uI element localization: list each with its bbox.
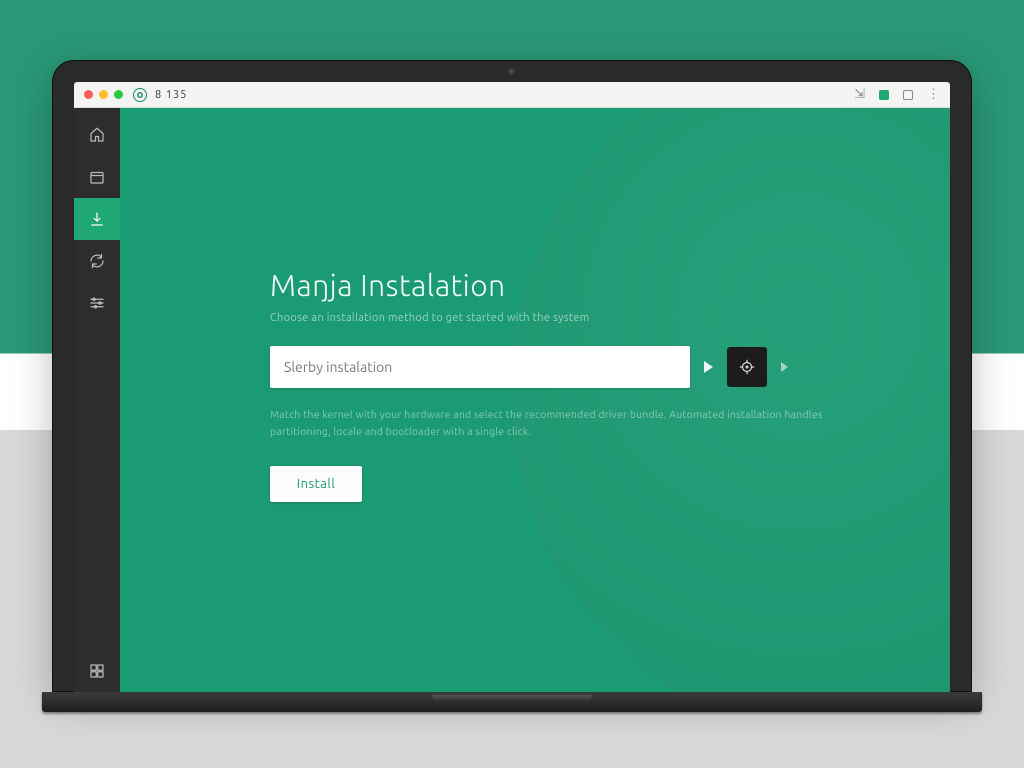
page-subtitle: Choose an installation method to get sta…	[270, 312, 880, 324]
install-button[interactable]: Install	[270, 466, 362, 502]
page-title: Maŋja Instalation	[270, 268, 880, 302]
sidebar-item-settings[interactable]	[74, 282, 120, 324]
titlebar-action-1[interactable]: ⇲	[854, 87, 865, 102]
search-placeholder-text: Slerby instalation	[284, 359, 392, 375]
home-icon	[88, 126, 106, 144]
minimize-icon[interactable]	[99, 90, 108, 99]
target-button[interactable]	[727, 347, 767, 387]
maximize-icon[interactable]	[114, 90, 123, 99]
titlebar-indicator: 8 135	[155, 89, 187, 101]
search-input[interactable]: Slerby instalation	[270, 346, 690, 388]
webcam-icon	[508, 68, 516, 76]
hero-content: Maŋja Instalation Choose an installation…	[270, 268, 880, 502]
laptop-bezel: o 8 135 ⇲ ⋮	[52, 60, 972, 692]
brand-mark-icon: o	[133, 88, 147, 102]
sidebar-item-package[interactable]	[74, 156, 120, 198]
page-description: Match the kernel with your hardware and …	[270, 406, 830, 440]
window-titlebar: o 8 135 ⇲ ⋮	[74, 82, 950, 108]
main-panel: Maŋja Instalation Choose an installation…	[120, 108, 950, 692]
download-icon	[88, 210, 106, 228]
titlebar-menu-icon[interactable]: ⋮	[927, 87, 940, 102]
sidebar-item-misc[interactable]	[74, 650, 120, 692]
laptop-frame: o 8 135 ⇲ ⋮	[52, 60, 972, 712]
refresh-icon	[88, 252, 106, 270]
next-icon[interactable]	[781, 362, 788, 372]
sidebar-item-home[interactable]	[74, 114, 120, 156]
laptop-hinge	[42, 692, 982, 712]
sidebar	[74, 108, 120, 692]
titlebar-actions: ⇲ ⋮	[854, 87, 940, 102]
package-icon	[88, 168, 106, 186]
titlebar-action-2[interactable]	[879, 90, 889, 100]
target-icon	[738, 358, 756, 376]
sidebar-item-install[interactable]	[74, 198, 120, 240]
app-body: Maŋja Instalation Choose an installation…	[74, 108, 950, 692]
titlebar-action-3[interactable]	[903, 90, 913, 100]
sidebar-item-updates[interactable]	[74, 240, 120, 282]
window-controls[interactable]	[84, 90, 123, 99]
grid-icon	[88, 662, 106, 680]
search-row: Slerby instalation	[270, 346, 880, 388]
close-icon[interactable]	[84, 90, 93, 99]
play-icon[interactable]	[704, 361, 713, 373]
sliders-icon	[88, 294, 106, 312]
screen: o 8 135 ⇲ ⋮	[74, 82, 950, 692]
